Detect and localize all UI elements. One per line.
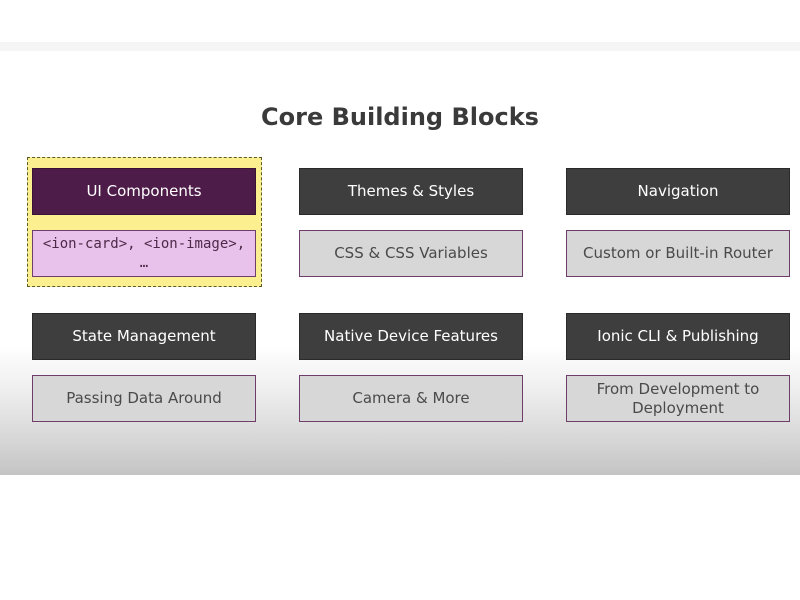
block-ui-components-detail: <ion-card>, <ion-image>, … — [32, 230, 256, 277]
block-ionic-cli-publishing-header: Ionic CLI & Publishing — [566, 313, 790, 360]
block-navigation-header: Navigation — [566, 168, 790, 215]
block-native-device-features-detail: Camera & More — [299, 375, 523, 422]
block-themes-styles-header: Themes & Styles — [299, 168, 523, 215]
block-navigation-detail: Custom or Built-in Router — [566, 230, 790, 277]
block-state-management-header: State Management — [32, 313, 256, 360]
top-bar — [0, 42, 800, 51]
block-native-device-features-header: Native Device Features — [299, 313, 523, 360]
block-state-management-detail: Passing Data Around — [32, 375, 256, 422]
block-ionic-cli-publishing-detail: From Development to Deployment — [566, 375, 790, 422]
block-ui-components-header: UI Components — [32, 168, 256, 215]
block-themes-styles-detail: CSS & CSS Variables — [299, 230, 523, 277]
slide-title: Core Building Blocks — [261, 103, 539, 131]
